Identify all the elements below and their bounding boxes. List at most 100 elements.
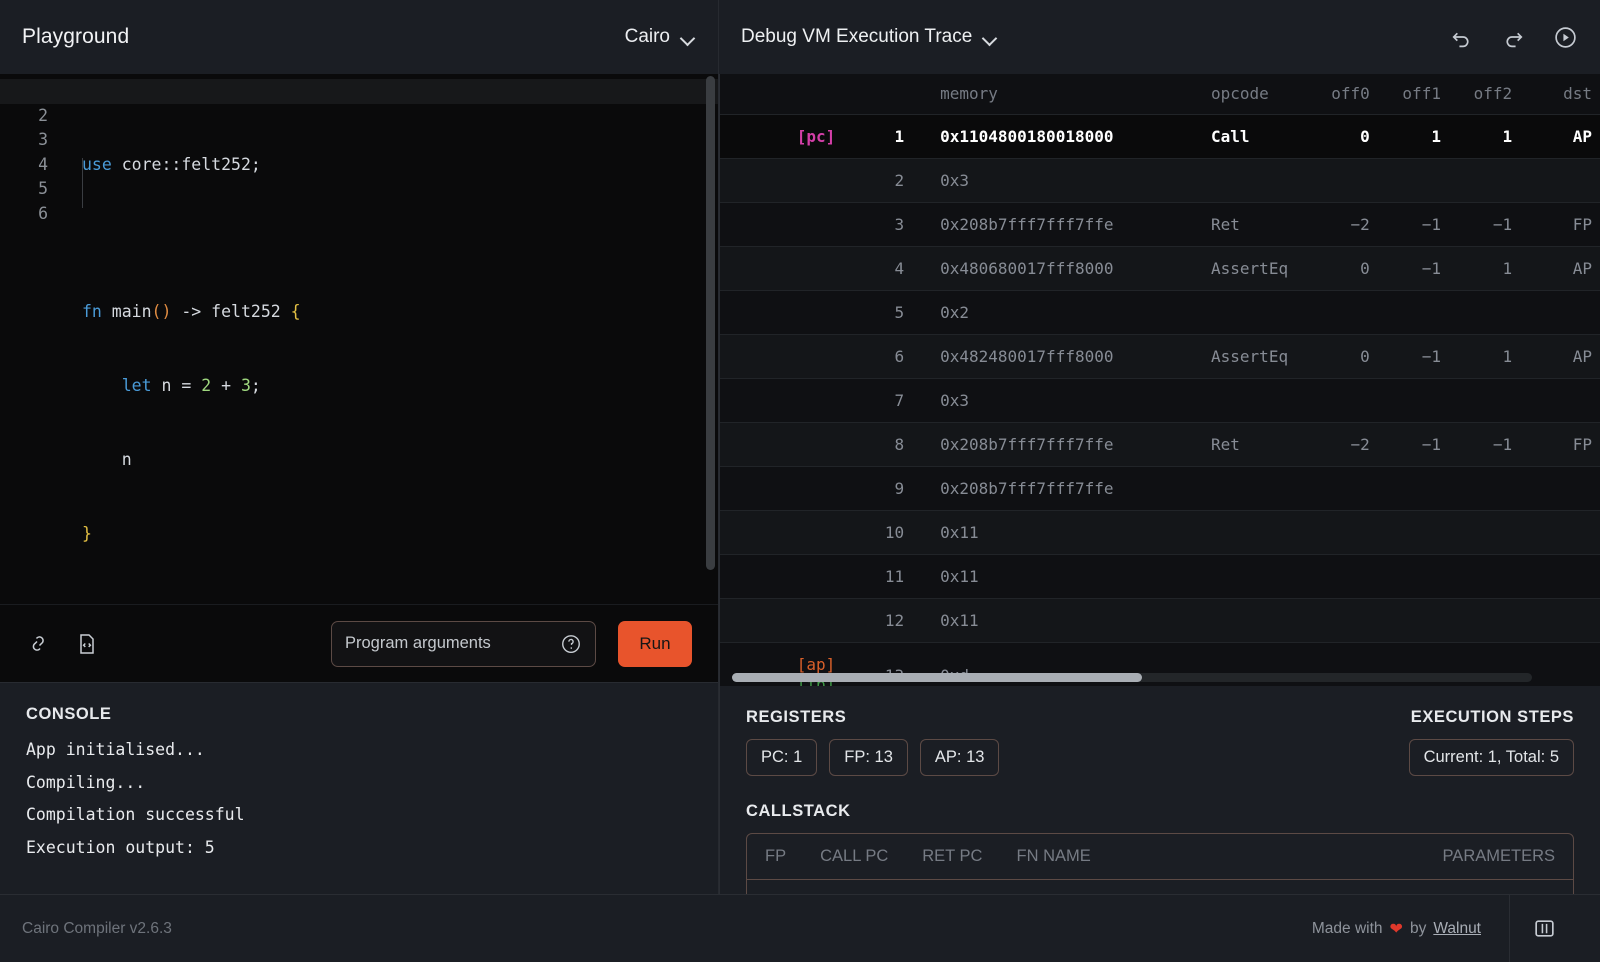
trace-cell-off0 (1320, 510, 1392, 555)
trace-cell-index: 12 (849, 598, 905, 643)
credits: Made with ❤ by Walnut (1312, 919, 1481, 939)
trace-cell-dst (1534, 158, 1600, 203)
callstack-col-fp: FP (765, 847, 787, 865)
table-row[interactable]: 4 0x480680017fff8000 AssertEq 0 −1 1 AP (720, 246, 1600, 291)
walnut-link[interactable]: Walnut (1433, 920, 1481, 938)
registers-block: REGISTERS PC: 1 FP: 13 AP: 13 (746, 708, 1000, 776)
trace-cell-dst (1534, 378, 1600, 423)
execution-steps-value: Current: 1, Total: 5 (1408, 739, 1574, 776)
trace-cell-opcode (1189, 158, 1321, 203)
run-button[interactable]: Run (618, 620, 692, 667)
trace-cell-off0 (1320, 158, 1392, 203)
trace-cell-opcode (1189, 510, 1321, 555)
footer: Cairo Compiler v2.6.3 Made with ❤ by Wal… (0, 894, 1600, 962)
table-row[interactable]: 5 0x2 (720, 290, 1600, 335)
trace-cell-off0: 0 (1320, 246, 1392, 291)
trace-cell-off1: −1 (1391, 202, 1463, 247)
editor-vertical-scrollbar[interactable] (706, 76, 715, 570)
trace-cell-marker (720, 158, 850, 203)
trace-cell-dst: AP (1534, 334, 1600, 379)
trace-cell-off2 (1462, 510, 1535, 555)
program-arguments-input[interactable]: Program arguments (331, 620, 596, 667)
trace-horizontal-scrollbar[interactable] (732, 673, 1532, 682)
registers-header-row: REGISTERS PC: 1 FP: 13 AP: 13 EXECUTION … (746, 708, 1574, 776)
trace-cell-off2 (1462, 598, 1535, 643)
trace-cell-off0 (1320, 466, 1392, 511)
question-circle-icon[interactable] (560, 633, 582, 655)
trace-cell-opcode: Ret (1189, 202, 1321, 247)
trace-cell-dst (1534, 290, 1600, 335)
line-number: 5 (38, 179, 48, 199)
line-number: 6 (38, 203, 48, 223)
line-number-gutter: 1 2 3 4 5 6 (0, 79, 60, 595)
trace-cell-index: 8 (849, 422, 905, 467)
callstack-col-fn-name: FN NAME (1016, 847, 1091, 865)
trace-col-marker (720, 74, 849, 115)
trace-cell-index: 11 (849, 554, 905, 599)
trace-cell-dst: AP (1534, 246, 1600, 291)
code-line: } (82, 523, 92, 543)
play-circle-icon[interactable] (1552, 24, 1578, 50)
execution-trace-table-wrapper[interactable]: memory opcode off0 off1 off2 dst [pc] 1 0x… (719, 74, 1600, 686)
debug-view-selector[interactable]: Debug VM Execution Trace (741, 26, 998, 48)
language-selector[interactable]: Cairo (625, 26, 696, 48)
trace-cell-index: 5 (849, 290, 905, 335)
language-label: Cairo (624, 26, 670, 47)
console-line: App initialised... (26, 740, 205, 759)
table-row[interactable]: 12 0x11 (720, 598, 1600, 643)
pc-marker: [pc] (796, 127, 836, 146)
table-row[interactable]: [pc] 1 0x1104800180018000 Call 0 1 1 AP (720, 114, 1600, 159)
trace-cell-memory: 0x482480017fff8000 (904, 334, 1190, 379)
columns-layout-icon[interactable] (1510, 916, 1578, 941)
undo-icon[interactable] (1448, 24, 1474, 50)
trace-scrollbar-thumb[interactable] (732, 673, 1142, 682)
code-file-icon[interactable] (74, 631, 100, 657)
trace-cell-opcode: AssertEq (1189, 334, 1321, 379)
trace-cell-off1 (1391, 466, 1463, 511)
callstack-title: CALLSTACK (746, 802, 851, 820)
table-row[interactable]: 8 0x208b7fff7fff7ffe Ret −2 −1 −1 FP (720, 422, 1600, 467)
trace-cell-off2 (1462, 158, 1535, 203)
table-row[interactable]: 11 0x11 (720, 554, 1600, 599)
trace-cell-off2 (1462, 378, 1535, 423)
code-line: let n = 2 + 3; (121, 376, 261, 396)
code-text[interactable]: use core::felt252; fn main() -> felt252 … (60, 79, 718, 595)
console-line: Compiling... (26, 772, 146, 792)
trace-cell-off1: 1 (1391, 114, 1463, 159)
register-pill-fp: FP: 13 (829, 739, 908, 776)
code-line: fn main() -> felt252 { (82, 302, 301, 322)
execution-trace-table: memory opcode off0 off1 off2 dst [pc] 1 0x… (720, 74, 1600, 686)
trace-cell-off2 (1462, 290, 1535, 335)
trace-cell-off2 (1462, 554, 1535, 599)
callstack-table: FP CALL PC RET PC FN NAME PARAMETERS (746, 833, 1574, 894)
trace-cell-dst (1534, 510, 1600, 555)
trace-cell-off1 (1391, 158, 1463, 203)
redo-icon[interactable] (1500, 24, 1526, 50)
by-label: by (1409, 919, 1427, 937)
trace-cell-index: 4 (849, 246, 905, 291)
register-pill-ap: AP: 13 (919, 739, 1000, 776)
console-panel: CONSOLE App initialised... Compiling... … (0, 682, 718, 894)
code-editor[interactable]: 1 2 3 4 5 6 use core::felt252; fn main()… (0, 74, 718, 604)
debug-pane: Debug VM Execution Trace memory opcode o… (719, 0, 1600, 894)
trace-cell-dst (1534, 642, 1600, 686)
table-row[interactable]: 2 0x3 (720, 158, 1600, 203)
table-row[interactable]: 6 0x482480017fff8000 AssertEq 0 −1 1 AP (720, 334, 1600, 379)
trace-cell-opcode: Call (1189, 114, 1321, 159)
table-row[interactable]: 10 0x11 (720, 510, 1600, 555)
program-arguments-placeholder: Program arguments (345, 634, 491, 652)
trace-cell-off1 (1391, 554, 1463, 599)
table-row[interactable]: 3 0x208b7fff7fff7ffe Ret −2 −1 −1 FP (720, 202, 1600, 247)
editor-pane: Playground Cairo 1 2 3 4 5 6 (0, 0, 719, 894)
callstack-row[interactable] (747, 879, 1573, 894)
registers-title: REGISTERS (746, 708, 847, 726)
trace-cell-marker (720, 598, 850, 643)
link-icon[interactable] (26, 631, 52, 657)
table-row[interactable]: 9 0x208b7fff7fff7ffe (720, 466, 1600, 511)
trace-cell-off0 (1320, 554, 1392, 599)
code-area: 1 2 3 4 5 6 use core::felt252; fn main()… (0, 74, 718, 595)
trace-cell-opcode (1189, 378, 1321, 423)
table-row[interactable]: 7 0x3 (720, 378, 1600, 423)
trace-cell-off0: −2 (1320, 422, 1392, 467)
